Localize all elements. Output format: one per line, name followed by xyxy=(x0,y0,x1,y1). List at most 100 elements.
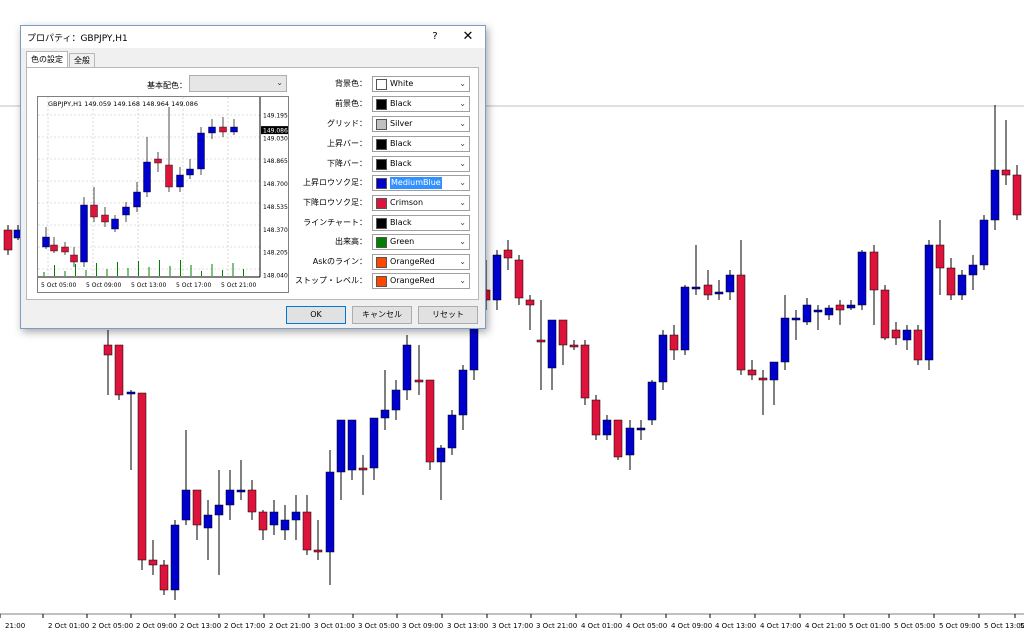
color-select[interactable]: Black ⌄ xyxy=(372,215,470,231)
up-candle xyxy=(447,414,457,449)
color-select[interactable]: Crimson ⌄ xyxy=(372,195,470,211)
time-axis-label: 5 Oct 13:00 xyxy=(984,622,1024,630)
up-candle xyxy=(725,274,735,293)
colors-panel: 基本配色： ⌄ GBPJPY,H1 149.059 149.168 148.96… xyxy=(26,67,479,300)
up-candle xyxy=(291,511,301,521)
color-row-label: 上昇バー： xyxy=(327,139,367,148)
up-candle xyxy=(769,361,779,381)
up-candle xyxy=(658,334,668,383)
color-row-label: ストップ・レベル： xyxy=(295,276,367,285)
up-candle xyxy=(979,219,989,266)
up-candle xyxy=(336,419,346,473)
up-candle xyxy=(458,369,468,416)
down-candle xyxy=(247,489,257,513)
color-select[interactable]: Black ⌄ xyxy=(372,96,470,112)
color-select[interactable]: White ⌄ xyxy=(372,76,470,92)
dialog-title: プロパティ：GBPJPY,H1 xyxy=(27,34,128,44)
down-candle xyxy=(219,126,227,133)
down-candle xyxy=(302,511,312,551)
down-candle xyxy=(61,246,69,253)
time-axis-label: 4 Oct 05:00 xyxy=(626,622,667,630)
up-candle xyxy=(170,524,180,591)
color-select[interactable]: Green ⌄ xyxy=(372,234,470,250)
up-candle xyxy=(42,236,50,248)
time-axis-label: 5 Oct 09:00 xyxy=(939,622,980,630)
color-row-label: 下降バー： xyxy=(327,159,367,168)
tab-general[interactable]: 全般 xyxy=(69,53,95,68)
color-select[interactable]: Black ⌄ xyxy=(372,136,470,152)
up-candle xyxy=(208,126,216,134)
reset-button[interactable]: リセット xyxy=(418,306,478,324)
up-candle xyxy=(824,307,834,316)
scheme-label: 基本配色： xyxy=(147,81,187,90)
chevron-down-icon: ⌄ xyxy=(459,178,466,187)
up-candle xyxy=(126,391,136,395)
tab-colors[interactable]: 色の設定 xyxy=(26,51,68,68)
ok-button[interactable]: OK xyxy=(286,306,346,324)
down-candle xyxy=(613,419,623,458)
up-candle xyxy=(186,168,194,176)
down-candle xyxy=(580,344,590,399)
down-candle xyxy=(503,249,513,259)
properties-dialog: プロパティ：GBPJPY,H1 ? ✕ 色の設定 全般 基本配色： ⌄ GBPJ… xyxy=(20,25,486,329)
chevron-down-icon: ⌄ xyxy=(459,79,466,88)
down-candle xyxy=(514,259,524,299)
help-button[interactable]: ? xyxy=(425,28,445,46)
up-candle xyxy=(902,329,912,341)
color-select[interactable]: OrangeRed ⌄ xyxy=(372,254,470,270)
dialog-titlebar[interactable]: プロパティ：GBPJPY,H1 ? ✕ xyxy=(21,26,485,48)
down-candle xyxy=(703,284,713,296)
color-swatch xyxy=(376,119,387,130)
up-candle xyxy=(236,489,246,493)
color-name: Black xyxy=(390,139,412,148)
up-candle xyxy=(391,389,401,411)
down-candle xyxy=(313,549,323,553)
up-candle xyxy=(780,317,790,363)
down-candle xyxy=(747,369,757,376)
up-candle xyxy=(436,447,446,463)
down-candle xyxy=(946,267,956,296)
chevron-down-icon: ⌄ xyxy=(459,99,466,108)
up-candle xyxy=(380,409,390,419)
time-axis-label: 5 Oct 21:00 xyxy=(221,282,256,289)
down-candle xyxy=(525,299,535,306)
color-swatch xyxy=(376,178,387,189)
up-candle xyxy=(133,191,141,208)
chevron-down-icon: ⌄ xyxy=(459,276,466,285)
up-candle xyxy=(625,427,635,456)
down-candle xyxy=(114,344,124,396)
down-candle xyxy=(165,164,173,188)
color-select[interactable]: Black ⌄ xyxy=(372,156,470,172)
time-axis-label: 4 Oct 13:00 xyxy=(715,622,756,630)
color-name: Black xyxy=(390,99,412,108)
color-select[interactable]: Silver ⌄ xyxy=(372,116,470,132)
time-axis-label: 5 Oct 09:00 xyxy=(86,282,121,289)
color-swatch xyxy=(376,79,387,90)
up-candle xyxy=(214,504,224,516)
close-button[interactable]: ✕ xyxy=(457,28,479,46)
time-axis-label: 3 Oct 01:00 xyxy=(314,622,355,630)
up-candle xyxy=(957,274,967,296)
up-candle xyxy=(990,169,1000,221)
down-candle xyxy=(358,467,368,471)
color-select[interactable]: MediumBlue ⌄ xyxy=(372,175,470,191)
down-candle xyxy=(90,204,98,218)
color-swatch xyxy=(376,257,387,268)
preview-header: GBPJPY,H1 149.059 149.168 148.964 149.08… xyxy=(48,100,198,108)
time-axis-label: 5 Oct 13:00 xyxy=(131,282,166,289)
color-swatch xyxy=(376,218,387,229)
color-row-label: Askのライン： xyxy=(312,257,367,266)
color-select[interactable]: OrangeRed ⌄ xyxy=(372,273,470,289)
down-candle xyxy=(880,289,890,339)
time-axis-label: 3 Oct 13:00 xyxy=(447,622,488,630)
color-name: White xyxy=(390,79,414,88)
down-candle xyxy=(1001,169,1011,176)
up-candle xyxy=(968,264,978,276)
color-name: Black xyxy=(390,218,412,227)
cancel-button[interactable]: キャンセル xyxy=(352,306,412,324)
time-axis-label: 3 Oct 21:00 xyxy=(536,622,577,630)
up-candle xyxy=(846,304,856,309)
color-row-label: 背景色： xyxy=(335,79,367,88)
up-candle xyxy=(547,319,557,369)
color-row-label: 上昇ロウソク足： xyxy=(303,178,367,187)
